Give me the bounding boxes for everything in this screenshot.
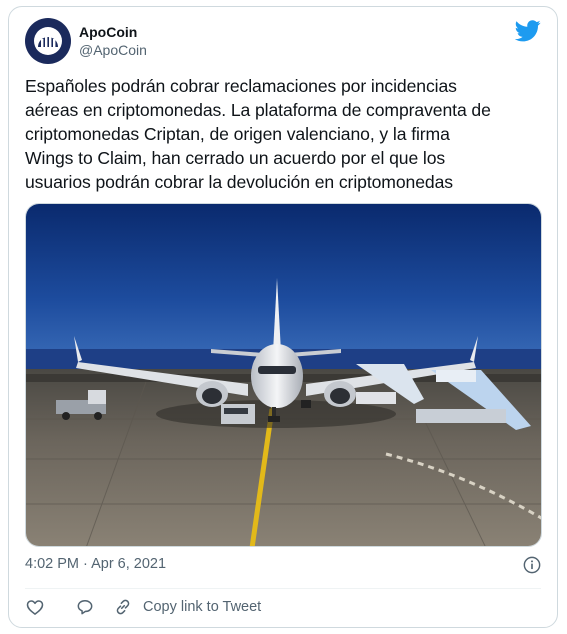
reply-button[interactable] — [75, 597, 95, 617]
tweet-text: Españoles podrán cobrar reclamaciones po… — [25, 74, 545, 194]
tweet-text-line: criptomonedas Criptan, de origen valenci… — [25, 124, 450, 144]
tweet-text-line: aéreas en criptomonedas. La plataforma d… — [25, 100, 491, 120]
avatar[interactable] — [25, 18, 71, 64]
tweet-actions: Copy link to Tweet — [25, 596, 261, 618]
copy-link-label: Copy link to Tweet — [143, 599, 262, 615]
author-name[interactable]: ApoCoin — [79, 24, 137, 40]
tweet-text-line: Españoles podrán cobrar reclamaciones po… — [25, 76, 457, 96]
like-button[interactable] — [25, 597, 45, 617]
author-handle[interactable]: @ApoCoin — [79, 42, 147, 58]
apocoin-logo-icon — [34, 27, 62, 55]
tweet-photo-airplane[interactable] — [25, 203, 542, 547]
airplane-photo — [26, 204, 541, 546]
tweet-text-line: usuarios podrán cobrar la devolución en … — [25, 172, 453, 192]
copy-link-button[interactable]: Copy link to Tweet — [113, 597, 261, 617]
twitter-bird-icon[interactable] — [515, 20, 541, 42]
link-icon — [116, 599, 130, 615]
tweet-timestamp[interactable]: 4:02 PM · Apr 6, 2021 — [25, 556, 166, 572]
divider — [25, 588, 541, 589]
tweet-text-line: Wings to Claim, han cerrado un acuerdo p… — [25, 148, 446, 168]
tweet-card: ApoCoin @ApoCoin Españoles podrán cobrar… — [8, 6, 558, 628]
info-icon[interactable] — [523, 556, 541, 574]
heart-icon — [26, 600, 44, 615]
reply-icon — [77, 600, 93, 615]
